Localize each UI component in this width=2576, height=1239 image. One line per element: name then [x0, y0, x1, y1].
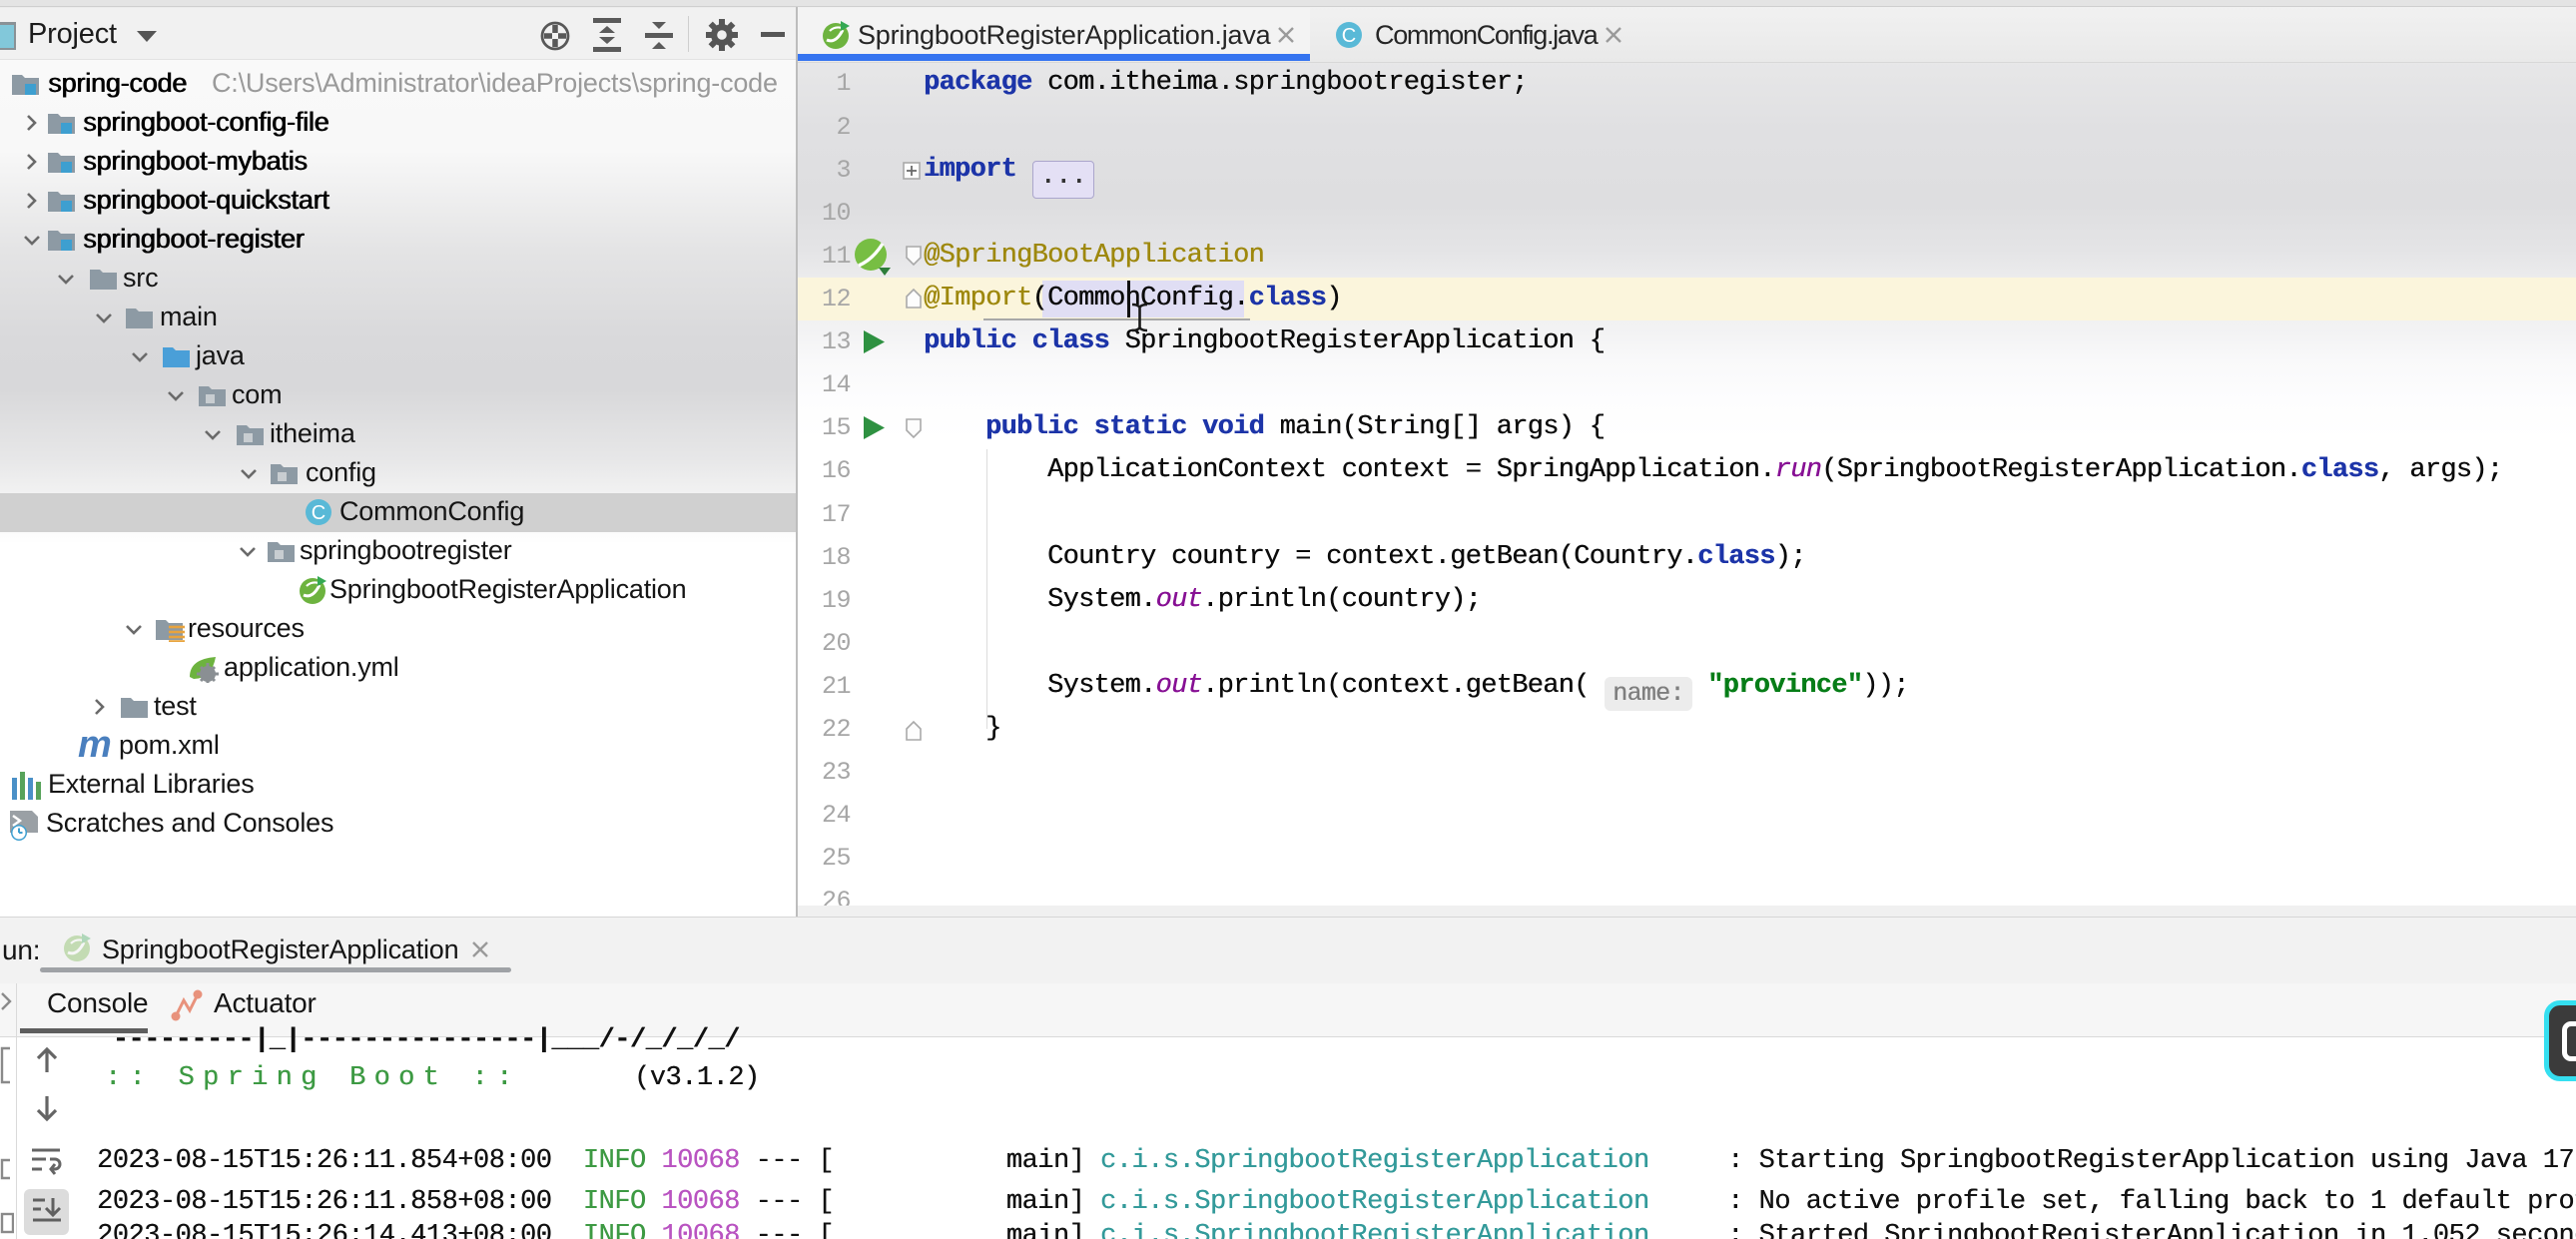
svg-text:C: C	[1342, 25, 1356, 47]
svg-text:C: C	[312, 502, 325, 524]
